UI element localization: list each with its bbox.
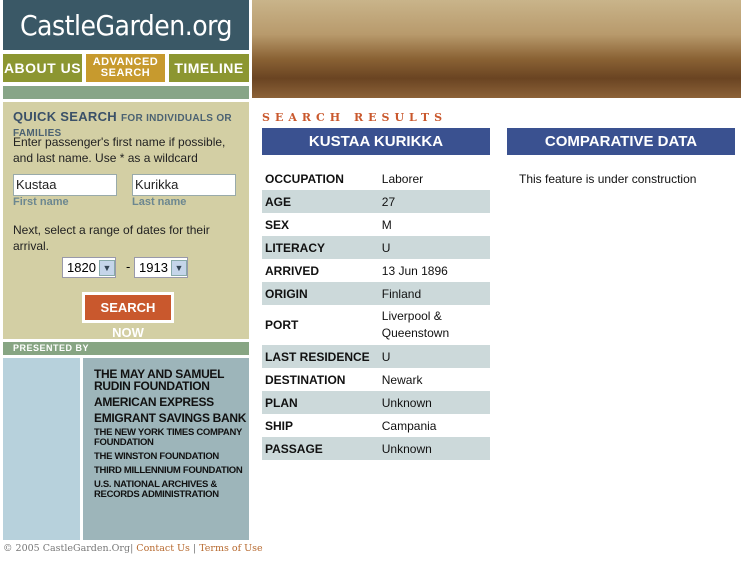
field-label: ORIGIN [265, 286, 308, 301]
field-value: Unknown [381, 395, 432, 410]
field-label: PASSAGE [265, 441, 323, 456]
first-name-input[interactable]: Kustaa [13, 174, 117, 196]
nav-about-us[interactable]: ABOUT US [3, 54, 82, 82]
field-label: ARRIVED [265, 263, 320, 278]
table-row: DESTINATION Newark [262, 368, 490, 391]
to-year-value: 1913 [139, 260, 168, 275]
table-row: ARRIVED 13 Jun 1896 [262, 259, 490, 282]
passenger-details-table: OCCUPATION Laborer AGE 27 SEX M LITERACY U ARRIV… [262, 167, 490, 460]
field-value: U [381, 349, 391, 364]
quick-search-heading: QUICK SEARCH [13, 109, 117, 124]
passenger-name-header: KUSTAA KURIKKA [262, 128, 490, 155]
field-label: SHIP [265, 418, 294, 433]
quick-search-panel: QUICK SEARCH FOR INDIVIDUALS OR FAMILIES … [3, 102, 249, 340]
year-separator: - [126, 259, 131, 274]
field-label: LAST RESIDENCE [265, 349, 370, 364]
field-value: Newark [381, 372, 423, 387]
field-label: PORT [265, 318, 299, 332]
sponsor: EMIGRANT SAVINGS BANK [94, 411, 247, 425]
search-results-heading: SEARCH RESULTS [262, 111, 448, 124]
table-row: LITERACY U [262, 236, 490, 259]
table-row: AGE 27 [262, 190, 490, 213]
field-value: M [381, 217, 392, 232]
site-logo[interactable]: CastleGarden.org [3, 0, 249, 50]
table-row: SEX M [262, 213, 490, 236]
search-now-label: SEARCH NOW [85, 295, 171, 340]
sponsor-list: THE MAY AND SAMUEL RUDIN FOUNDATION AMER… [83, 358, 249, 540]
presented-by-heading: PRESENTED BY [3, 342, 249, 355]
field-label: AGE [265, 194, 292, 209]
comparative-data-header: COMPARATIVE DATA [507, 128, 735, 155]
field-label: DESTINATION [265, 372, 346, 387]
sponsor-side-panel [3, 358, 80, 540]
table-row: PLAN Unknown [262, 391, 490, 414]
sponsor: U.S. NATIONAL ARCHIVES & RECORDS ADMINIS… [94, 479, 219, 500]
divider-bar [3, 86, 249, 99]
date-instructions: Next, select a range of dates for their … [13, 223, 210, 253]
sponsor: THIRD MILLENNIUM FOUNDATION [94, 465, 243, 476]
terms-link[interactable]: Terms of Use [199, 543, 262, 554]
first-name-label: First name [13, 196, 69, 208]
field-value: Unknown [381, 441, 432, 456]
table-row: LAST RESIDENCE U [262, 345, 490, 368]
comparative-message: This feature is under construction [519, 172, 697, 186]
table-row: PORT Liverpool & Queenstown [262, 305, 490, 345]
table-row: PASSAGE Unknown [262, 437, 490, 460]
search-now-button[interactable]: SEARCH NOW [82, 292, 174, 340]
field-value: Liverpool & Queenstown [381, 309, 450, 340]
table-row: ORIGIN Finland [262, 282, 490, 305]
field-label: LITERACY [265, 240, 325, 255]
field-value: 27 [381, 194, 396, 209]
sponsor: THE NEW YORK TIMES COMPANY FOUNDATION [94, 427, 242, 448]
field-label: SEX [265, 217, 290, 232]
field-label: OCCUPATION [265, 171, 344, 186]
last-name-input[interactable]: Kurikka [132, 174, 236, 196]
from-year-select[interactable]: 1820 ▼ [62, 257, 116, 278]
contact-us-link[interactable]: Contact Us [136, 543, 190, 554]
nav-timeline[interactable]: TIMELINE [169, 54, 249, 82]
name-instructions: Enter passenger's first name if possible… [13, 135, 226, 165]
copyright: © 2005 CastleGarden.Org [3, 543, 131, 554]
field-value: 13 Jun 1896 [381, 263, 448, 278]
from-year-value: 1820 [67, 260, 96, 275]
sponsor: AMERICAN EXPRESS [94, 395, 214, 409]
field-value: Campania [381, 418, 437, 433]
last-name-label: Last name [132, 196, 187, 208]
field-label: PLAN [265, 395, 298, 410]
nav-advanced-search[interactable]: ADVANCED SEARCH [86, 54, 165, 82]
field-value: Laborer [381, 171, 424, 186]
field-value: U [381, 240, 391, 255]
table-row: SHIP Campania [262, 414, 490, 437]
chevron-down-icon[interactable]: ▼ [98, 259, 115, 276]
footer: © 2005 CastleGarden.Org| Contact Us | Te… [3, 543, 263, 554]
to-year-select[interactable]: 1913 ▼ [134, 257, 188, 278]
sponsor: THE WINSTON FOUNDATION [94, 451, 219, 462]
chevron-down-icon[interactable]: ▼ [170, 259, 187, 276]
table-row: OCCUPATION Laborer [262, 167, 490, 190]
sponsor: THE MAY AND SAMUEL RUDIN FOUNDATION [94, 367, 224, 393]
field-value: Finland [381, 286, 422, 301]
header-illustration [252, 0, 741, 98]
